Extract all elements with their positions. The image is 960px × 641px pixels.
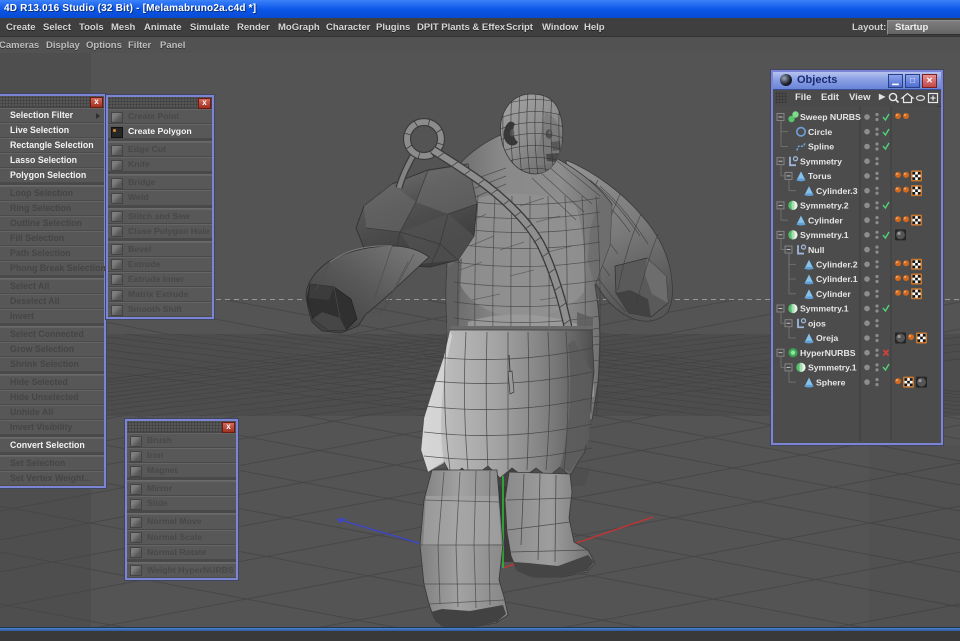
svg-text:Null: Null xyxy=(808,245,824,255)
svg-text:Symmetry: Symmetry xyxy=(800,156,842,166)
svg-text:Oreja: Oreja xyxy=(816,333,838,343)
svg-text:Cylinder: Cylinder xyxy=(808,215,843,225)
svg-text:Torus: Torus xyxy=(808,171,832,181)
svg-text:Circle: Circle xyxy=(808,127,832,137)
svg-text:Symmetry.2: Symmetry.2 xyxy=(800,201,849,211)
svg-text:Sphere: Sphere xyxy=(816,377,846,387)
svg-text:Symmetry.1: Symmetry.1 xyxy=(800,230,849,240)
svg-text:Cylinder.2: Cylinder.2 xyxy=(816,260,858,270)
svg-text:ojos: ojos xyxy=(808,318,826,328)
svg-text:Cylinder: Cylinder xyxy=(816,289,851,299)
svg-text:HyperNURBS: HyperNURBS xyxy=(800,348,856,358)
svg-text:Sweep NURBS: Sweep NURBS xyxy=(800,112,861,122)
svg-text:Cylinder.1: Cylinder.1 xyxy=(816,274,858,284)
svg-text:Symmetry.1: Symmetry.1 xyxy=(808,363,857,373)
svg-text:Cylinder.3: Cylinder.3 xyxy=(816,186,858,196)
svg-text:Spline: Spline xyxy=(808,142,834,152)
svg-text:Symmetry.1: Symmetry.1 xyxy=(800,304,849,314)
